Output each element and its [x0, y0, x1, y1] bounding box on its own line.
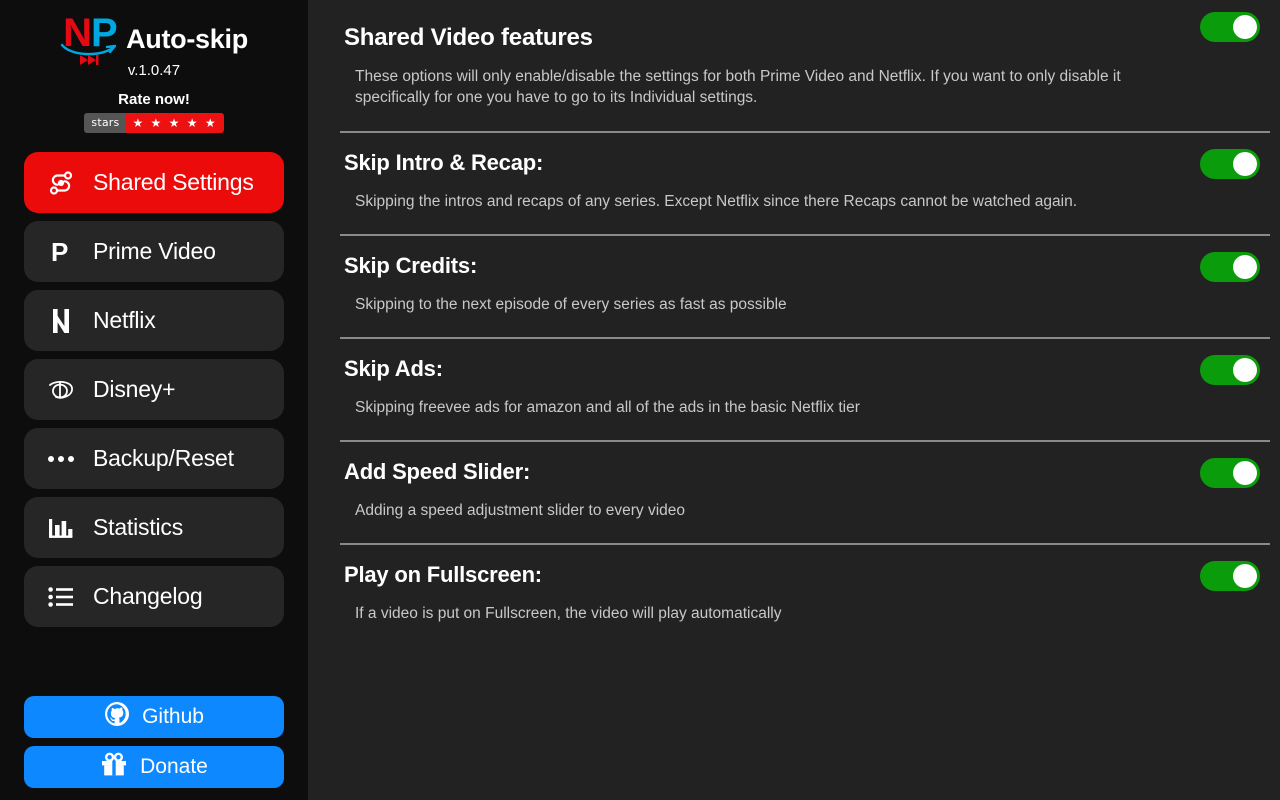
setting-description: These options will only enable/disable t… — [355, 68, 1121, 106]
stars-badge-value: ★ ★ ★ ★ ★ — [126, 113, 224, 133]
share-nodes-icon — [46, 170, 76, 195]
toggle-skip-ads[interactable] — [1200, 355, 1260, 385]
sidebar-nav: Shared Settings P Prime Video Netflix Di… — [24, 152, 284, 627]
app-version: v.1.0.47 — [127, 62, 181, 79]
svg-text:P: P — [51, 239, 68, 265]
setting-title: Skip Ads: — [344, 356, 443, 381]
setting-title: Add Speed Slider: — [344, 459, 531, 484]
prime-video-icon: P — [46, 239, 76, 265]
disney-d-icon — [46, 378, 76, 402]
sidebar-item-label: Statistics — [93, 514, 184, 540]
gift-icon — [100, 751, 128, 783]
app-title: Auto-skip — [126, 23, 248, 54]
toggle-knob — [1233, 461, 1257, 485]
github-button[interactable]: Github — [24, 696, 284, 738]
app-logo: NP — [60, 13, 120, 65]
sidebar-item-label: Changelog — [93, 583, 203, 609]
sidebar-item-changelog[interactable]: Changelog — [24, 566, 284, 627]
brand: NP Auto-skip — [60, 12, 248, 66]
toggle-knob — [1233, 255, 1257, 279]
settings-panel: Shared Video features These options will… — [308, 0, 1280, 800]
setting-description: Skipping freevee ads for amazon and all … — [355, 399, 860, 416]
sidebar: NP Auto-skip v.1.0.47 Rate now! stars ★ … — [0, 0, 308, 800]
donate-button[interactable]: Donate — [24, 746, 284, 788]
sidebar-item-netflix[interactable]: Netflix — [24, 290, 284, 351]
extension-popup: NP Auto-skip v.1.0.47 Rate now! stars ★ … — [0, 0, 1280, 800]
netflix-n-icon — [46, 308, 76, 334]
setting-title: Skip Intro & Recap: — [344, 150, 544, 175]
sidebar-item-statistics[interactable]: Statistics — [24, 497, 284, 558]
stars-badge[interactable]: stars ★ ★ ★ ★ ★ — [84, 113, 224, 133]
toggle-knob — [1233, 564, 1257, 588]
toggle-skip-credits[interactable] — [1200, 252, 1260, 282]
toggle-add-speed-slider[interactable] — [1200, 458, 1260, 488]
fast-forward-icon — [80, 55, 99, 65]
setting-row-skip-ads: Skip Ads: Skipping freevee ads for amazo… — [340, 337, 1270, 440]
toggle-play-on-fullscreen[interactable] — [1200, 561, 1260, 591]
sidebar-item-label: Netflix — [93, 307, 156, 333]
ellipsis-icon — [46, 455, 76, 463]
setting-description: Skipping to the next episode of every se… — [355, 296, 787, 313]
sidebar-item-backup-reset[interactable]: Backup/Reset — [24, 428, 284, 489]
sidebar-item-label: Shared Settings — [93, 169, 254, 195]
sidebar-item-label: Prime Video — [93, 238, 216, 264]
toggle-skip-intro-recap[interactable] — [1200, 149, 1260, 179]
sidebar-item-label: Disney+ — [93, 376, 176, 402]
list-icon — [46, 586, 76, 608]
setting-description: If a video is put on Fullscreen, the vid… — [355, 605, 782, 622]
sidebar-item-prime-video[interactable]: P Prime Video — [24, 221, 284, 282]
github-button-label: Github — [142, 705, 204, 728]
sidebar-footer-buttons: Github Donate — [24, 696, 284, 788]
setting-description: Adding a speed adjustment slider to ever… — [355, 502, 686, 519]
sidebar-item-label: Backup/Reset — [93, 445, 234, 471]
setting-row-shared-video-features: Shared Video features These options will… — [340, 0, 1270, 131]
setting-row-skip-credits: Skip Credits: Skipping to the next episo… — [340, 234, 1270, 337]
toggle-knob — [1233, 152, 1257, 176]
setting-row-play-on-fullscreen: Play on Fullscreen: If a video is put on… — [340, 543, 1270, 646]
setting-title: Shared Video features — [344, 24, 593, 51]
setting-row-add-speed-slider: Add Speed Slider: Adding a speed adjustm… — [340, 440, 1270, 543]
github-icon — [104, 701, 130, 733]
toggle-knob — [1233, 15, 1257, 39]
toggle-knob — [1233, 358, 1257, 382]
bar-chart-icon — [46, 516, 76, 540]
setting-title: Play on Fullscreen: — [344, 562, 542, 587]
rate-now-label: Rate now! — [118, 91, 190, 108]
toggle-shared-video-features[interactable] — [1200, 12, 1260, 42]
donate-button-label: Donate — [140, 755, 208, 778]
setting-row-skip-intro-recap: Skip Intro & Recap: Skipping the intros … — [340, 131, 1270, 234]
stars-badge-label: stars — [84, 113, 127, 133]
setting-description: Skipping the intros and recaps of any se… — [355, 193, 1078, 210]
sidebar-item-disney-plus[interactable]: Disney+ — [24, 359, 284, 420]
setting-title: Skip Credits: — [344, 253, 478, 278]
sidebar-item-shared-settings[interactable]: Shared Settings — [24, 152, 284, 213]
